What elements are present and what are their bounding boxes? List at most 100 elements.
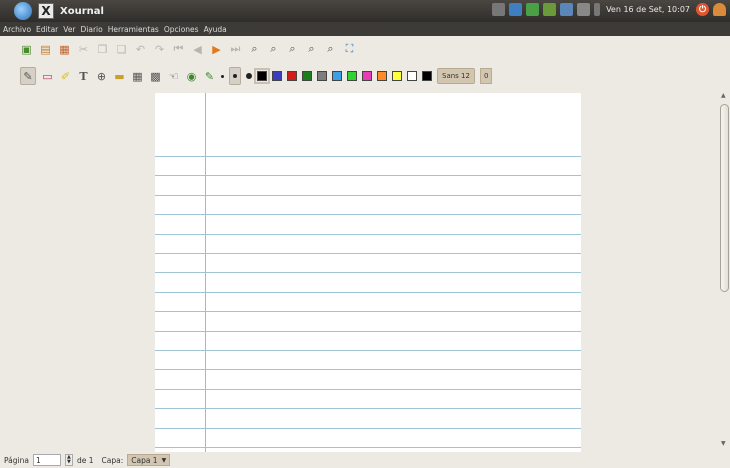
prev-page-icon[interactable]: ◀ bbox=[191, 43, 204, 56]
page-spinner[interactable]: ▲ ▼ bbox=[64, 454, 73, 466]
page-count: de 1 bbox=[76, 455, 94, 465]
pen-icon[interactable]: ✎ bbox=[20, 67, 36, 85]
scroll-down-icon[interactable]: ▼ bbox=[721, 440, 726, 447]
default-pen-icon[interactable]: ✎ bbox=[203, 70, 216, 83]
close-icon[interactable] bbox=[492, 3, 506, 16]
page-rule-line bbox=[155, 272, 581, 274]
color-magenta[interactable] bbox=[362, 71, 372, 81]
color-gray[interactable] bbox=[317, 71, 327, 81]
scroll-thumb[interactable] bbox=[720, 104, 729, 292]
menu-bar: Archivo Editar Ver Diario Herramientas O… bbox=[0, 22, 730, 36]
ruler-icon[interactable]: ▬ bbox=[113, 70, 126, 83]
last-page-icon[interactable]: ⏭ bbox=[229, 42, 242, 56]
cut-icon[interactable]: ✂ bbox=[77, 43, 90, 56]
layer-select-value: Capa 1 bbox=[131, 455, 158, 465]
xournal-window-icon[interactable]: X bbox=[38, 3, 54, 19]
color-red[interactable] bbox=[287, 71, 297, 81]
menu-opciones[interactable]: Opciones bbox=[164, 25, 199, 34]
layer-select[interactable]: Capa 1 ▼ bbox=[127, 454, 171, 466]
color-black[interactable] bbox=[254, 68, 270, 84]
menu-editar[interactable]: Editar bbox=[36, 25, 58, 34]
page-number-input[interactable]: 1 bbox=[32, 454, 61, 466]
page-rule-line bbox=[155, 388, 581, 390]
next-page-icon[interactable]: ▶ bbox=[210, 43, 223, 56]
zoom-page-icon[interactable]: ⌕ bbox=[324, 42, 337, 56]
window-title: Xournal bbox=[60, 5, 104, 17]
highlighter-icon[interactable]: ✐ bbox=[59, 70, 72, 83]
zoom-out-icon[interactable]: ⌕ bbox=[248, 42, 261, 56]
power-icon[interactable]: ⏻ bbox=[696, 3, 709, 16]
color-light-green[interactable] bbox=[347, 71, 357, 81]
color-green[interactable] bbox=[302, 71, 312, 81]
zoom-in-icon[interactable]: ⌕ bbox=[267, 42, 280, 56]
menu-herramientas[interactable]: Herramientas bbox=[108, 25, 159, 34]
status-bar: Página 1 ▲ ▼ de 1 Capa: Capa 1 ▼ bbox=[0, 452, 730, 468]
page-rule-line bbox=[155, 330, 581, 332]
color-yellow[interactable] bbox=[392, 71, 402, 81]
color-white[interactable] bbox=[407, 71, 417, 81]
clock[interactable]: Ven 16 de Set, 10:07 bbox=[606, 5, 690, 14]
page-rule-line bbox=[155, 214, 581, 216]
page-rule-line bbox=[155, 427, 581, 429]
menu-archivo[interactable]: Archivo bbox=[3, 25, 31, 34]
color-orange[interactable] bbox=[377, 71, 387, 81]
page-rule-line bbox=[155, 291, 581, 293]
open-icon[interactable]: ▤ bbox=[39, 43, 52, 56]
thick-line-icon[interactable] bbox=[246, 73, 252, 79]
ruled-page[interactable] bbox=[155, 93, 581, 452]
menu-ayuda[interactable]: Ayuda bbox=[204, 25, 227, 34]
page-rule-line bbox=[155, 156, 581, 157]
select-rectangle-icon[interactable]: ▩ bbox=[149, 70, 162, 83]
status-icon[interactable] bbox=[526, 3, 540, 16]
page-rule-line bbox=[155, 447, 581, 448]
paste-icon[interactable]: ❏ bbox=[115, 43, 128, 56]
new-icon[interactable]: ▣ bbox=[20, 43, 33, 56]
font-size-field[interactable]: 0 bbox=[479, 68, 493, 84]
system-tray: Ven 16 de Set, 10:07 ⏻ bbox=[492, 3, 726, 16]
select-region-icon[interactable]: ▦ bbox=[131, 70, 144, 83]
app-menu-icon[interactable] bbox=[14, 2, 32, 20]
page-rule-line bbox=[155, 175, 581, 177]
color-custom[interactable] bbox=[422, 71, 432, 81]
first-page-icon[interactable]: ⏮ bbox=[172, 42, 185, 56]
display-icon[interactable] bbox=[560, 3, 574, 16]
text-icon[interactable]: T bbox=[77, 70, 90, 83]
copy-icon[interactable]: ❐ bbox=[96, 43, 109, 56]
page-rule-line bbox=[155, 311, 581, 313]
color-blue[interactable] bbox=[272, 71, 282, 81]
main-toolbar: ▣ ▤ ▦ ✂ ❐ ❏ ↶ ↷ ⏮ ◀ ▶ ⏭ ⌕ ⌕ ⌕ ⌕ ⌕ ⛶ bbox=[0, 36, 730, 62]
page-rule-line bbox=[155, 233, 581, 235]
eraser-icon[interactable]: ▭ bbox=[41, 70, 54, 83]
save-icon[interactable]: ▦ bbox=[58, 43, 71, 56]
page-rule-line bbox=[155, 350, 581, 351]
drawing-canvas[interactable] bbox=[0, 90, 718, 452]
chevron-down-icon: ▼ bbox=[161, 456, 167, 464]
font-button[interactable]: Sans 12 bbox=[437, 68, 475, 84]
scroll-up-icon[interactable]: ▲ bbox=[721, 92, 726, 99]
color-light-blue[interactable] bbox=[332, 71, 342, 81]
default-tool-icon[interactable]: ◉ bbox=[185, 70, 198, 83]
redo-icon[interactable]: ↷ bbox=[153, 43, 166, 56]
page-label: Página bbox=[4, 455, 29, 465]
volume-icon[interactable] bbox=[594, 3, 601, 16]
user-icon[interactable] bbox=[713, 3, 726, 16]
fullscreen-icon[interactable]: ⛶ bbox=[343, 42, 356, 56]
layer-label: Capa: bbox=[101, 455, 124, 465]
zoom-100-icon[interactable]: ⌕ bbox=[305, 42, 318, 56]
network-icon[interactable] bbox=[509, 3, 523, 16]
medium-line-icon[interactable] bbox=[229, 67, 241, 85]
battery-icon[interactable] bbox=[577, 3, 591, 16]
menu-diario[interactable]: Diario bbox=[81, 25, 103, 34]
undo-icon[interactable]: ↶ bbox=[134, 43, 147, 56]
update-icon[interactable] bbox=[543, 3, 557, 16]
page-rule-line bbox=[155, 369, 581, 371]
shape-recognizer-icon[interactable]: ⊕ bbox=[95, 70, 108, 83]
tools-toolbar: ✎ ▭ ✐ T ⊕ ▬ ▦ ▩ ☜ ◉ ✎ Sans 12 0 bbox=[0, 62, 730, 90]
thin-line-icon[interactable] bbox=[221, 74, 224, 78]
page-rule-line bbox=[155, 408, 581, 410]
vertical-scrollbar[interactable]: ▲ ▼ bbox=[718, 90, 730, 452]
zoom-fit-icon[interactable]: ⌕ bbox=[286, 42, 299, 56]
menu-ver[interactable]: Ver bbox=[63, 25, 75, 34]
top-panel: X Xournal Ven 16 de Set, 10:07 ⏻ bbox=[0, 0, 730, 22]
hand-icon[interactable]: ☜ bbox=[167, 70, 180, 83]
